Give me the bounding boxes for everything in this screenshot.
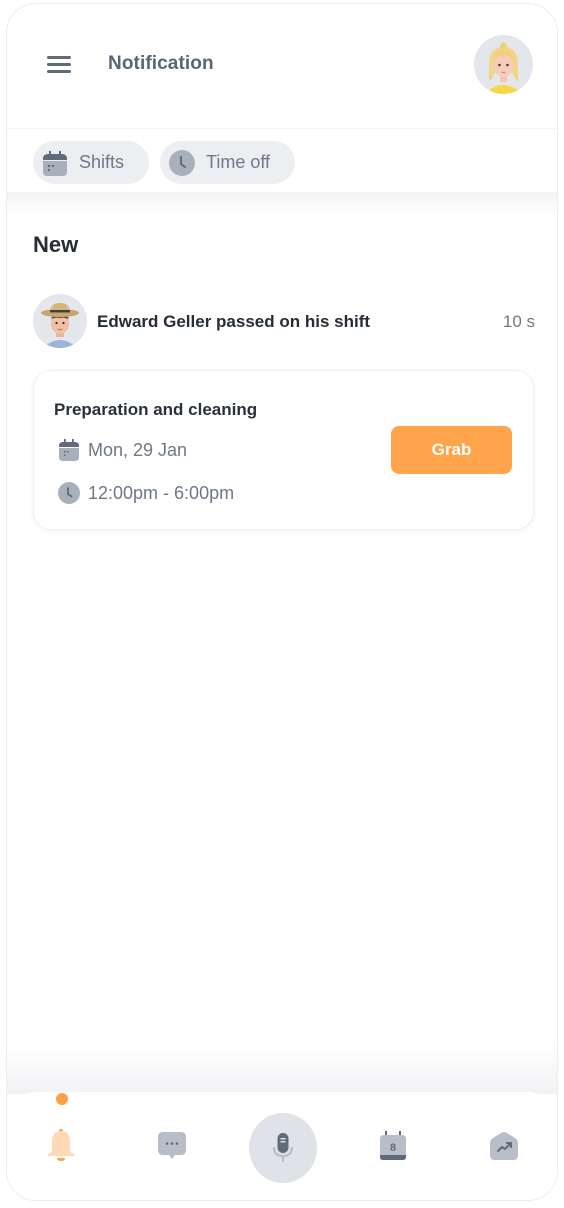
voice-button[interactable] xyxy=(249,1113,317,1183)
nav-stats[interactable] xyxy=(484,1126,524,1166)
calendar-icon xyxy=(58,439,80,461)
notification-text: Edward Geller passed on his shift xyxy=(97,312,371,331)
notification-time: 10 s xyxy=(502,312,535,331)
menu-button[interactable] xyxy=(47,56,73,74)
menu-icon-line xyxy=(47,63,71,66)
shift-date: Mon, 29 Jan xyxy=(88,439,188,460)
shift-time-row: 12:00pm - 6:00pm xyxy=(58,482,234,504)
nav-notifications[interactable] xyxy=(41,1126,81,1166)
section-title-new: New xyxy=(33,232,79,257)
divider-shadow xyxy=(7,192,557,214)
nav-messages[interactable] xyxy=(152,1126,192,1166)
user-avatar-icon xyxy=(474,35,533,94)
header: Notification xyxy=(7,4,557,128)
calendar-icon xyxy=(42,150,68,176)
sender-avatar xyxy=(33,294,87,348)
shift-date-row: Mon, 29 Jan xyxy=(58,439,187,461)
grab-button[interactable]: Grab xyxy=(391,426,512,474)
filter-bar: Shifts Time off xyxy=(7,128,557,194)
menu-icon-line xyxy=(47,56,71,59)
filter-chip-shifts[interactable]: Shifts xyxy=(33,141,149,184)
trending-up-icon xyxy=(490,1132,518,1160)
filter-chip-label: Time off xyxy=(206,152,271,172)
page-title: Notification xyxy=(108,53,214,74)
chat-icon xyxy=(158,1132,186,1159)
shift-card: Preparation and cleaning Mon, 29 Jan 12:… xyxy=(33,370,534,530)
notification-item[interactable]: Edward Geller passed on his shift 10 s xyxy=(33,294,535,350)
calendar-day-number: 8 xyxy=(390,1142,396,1154)
shift-time-range: 12:00pm - 6:00pm xyxy=(88,482,235,503)
clock-icon xyxy=(169,149,195,176)
sender-avatar-icon xyxy=(33,294,87,348)
clock-icon xyxy=(58,482,80,504)
active-indicator-dot xyxy=(56,1093,68,1105)
microphone-icon xyxy=(273,1133,293,1162)
filter-chip-time-off[interactable]: Time off xyxy=(160,141,295,184)
bell-icon xyxy=(47,1129,75,1161)
menu-icon-line xyxy=(47,70,71,73)
phone-frame: Notification Shifts Time off New Edward … xyxy=(6,3,558,1201)
bottom-fade xyxy=(7,1044,557,1094)
user-avatar[interactable] xyxy=(474,35,533,94)
filter-chip-label: Shifts xyxy=(79,152,125,172)
calendar-icon: 8 xyxy=(380,1131,406,1160)
shift-title: Preparation and cleaning xyxy=(54,400,258,419)
nav-calendar[interactable]: 8 xyxy=(373,1126,413,1166)
